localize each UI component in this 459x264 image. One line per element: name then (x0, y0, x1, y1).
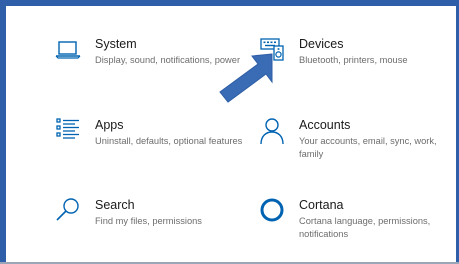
devices-title: Devices (299, 37, 344, 51)
search-icon (55, 197, 83, 225)
pointer-arrow-icon (219, 53, 273, 103)
frame-border-top (0, 0, 459, 6)
search-description: Find my files, permissions (95, 216, 202, 226)
accounts-description: Your accounts, email, sync, work, family (299, 136, 437, 159)
devices-description: Bluetooth, printers, mouse (299, 55, 408, 65)
cortana-title: Cortana (299, 198, 344, 212)
settings-window: System Display, sound, notifications, po… (0, 0, 459, 264)
frame-border-left (0, 0, 6, 264)
search-title: Search (95, 198, 135, 212)
accounts-title: Accounts (299, 118, 351, 132)
apps-list-icon (55, 117, 83, 145)
cortana-description: Cortana language, permissions, notificat… (299, 216, 431, 239)
laptop-icon (55, 36, 83, 64)
apps-description: Uninstall, defaults, optional features (95, 136, 243, 146)
apps-title: Apps (95, 118, 124, 132)
cortana-ring-icon (259, 197, 287, 225)
person-icon (259, 117, 287, 145)
